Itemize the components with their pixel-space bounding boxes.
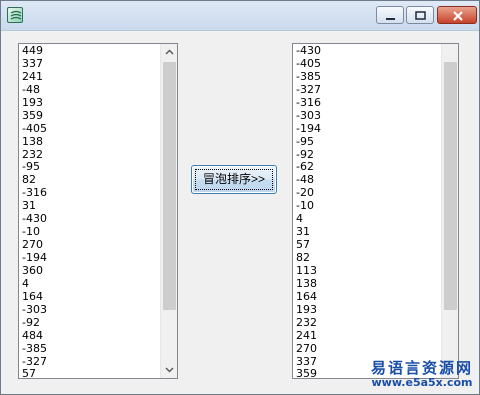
list-item[interactable]: 337 [22,57,159,71]
maximize-icon [415,11,426,20]
list-item[interactable]: 232 [22,148,159,162]
sorted-list-items: -430 -405 -385 -327 -316 -303 -194 -95 -92 -62 -48… [296,44,440,378]
list-item[interactable]: 57 [22,367,159,378]
bubble-sort-button[interactable]: 冒泡排序>> [191,165,277,194]
list-item[interactable]: 449 [22,44,159,58]
list-item[interactable]: 4 [296,212,440,226]
list-item[interactable]: -405 [296,57,440,71]
app-window: 449 337 241 -48 193 359 -405 138 232 -95 82 -316 31-… [0,0,480,395]
list-item[interactable]: -405 [22,122,159,136]
list-item[interactable]: -327 [296,83,440,97]
close-button[interactable] [437,6,477,24]
list-item[interactable]: -92 [296,148,440,162]
list-item[interactable]: -62 [296,160,440,174]
list-item[interactable]: 232 [296,316,440,330]
unsorted-list[interactable]: 449 337 241 -48 193 359 -405 138 232 -95 82 -316 31-… [18,43,178,379]
list-item[interactable]: 164 [22,290,159,304]
list-item[interactable]: -385 [296,70,440,84]
list-item[interactable]: -194 [296,122,440,136]
app-icon[interactable] [7,7,23,23]
chevron-up-icon [165,49,174,55]
list-item[interactable]: 241 [296,329,440,343]
list-item[interactable]: -385 [22,342,159,356]
list-item[interactable]: -327 [22,355,159,369]
scroll-down-button[interactable] [161,361,177,378]
title-bar[interactable] [1,1,479,31]
list-item[interactable]: 57 [296,238,440,252]
scroll-thumb[interactable] [444,62,457,310]
list-item[interactable]: 241 [22,70,159,84]
list-item[interactable]: 113 [296,264,440,278]
list-item[interactable]: 138 [296,277,440,291]
list-item[interactable]: 484 [22,329,159,343]
unsorted-list-items: 449 337 241 -48 193 359 -405 138 232 -95 82 -316 31-… [22,44,159,378]
list-item[interactable]: -48 [22,83,159,97]
list-item[interactable]: 164 [296,290,440,304]
maximize-button[interactable] [406,6,434,24]
list-item[interactable]: -95 [22,160,159,174]
sorted-list[interactable]: -430 -405 -385 -327 -316 -303 -194 -95 -92 -62 -48… [292,43,459,379]
list-item[interactable]: 4 [22,277,159,291]
minimize-icon [386,18,395,20]
bubble-sort-button-label: 冒泡排序>> [202,172,266,186]
list-item[interactable]: -430 [296,44,440,58]
list-item[interactable]: 359 [22,109,159,123]
list-item[interactable]: 138 [22,135,159,149]
watermark-url: www.e5a5x.com [371,376,473,389]
scroll-thumb[interactable] [163,62,176,310]
watermark-name: 易语言资源网 [370,359,473,377]
list-item[interactable]: -316 [22,186,159,200]
list-item[interactable]: -194 [22,251,159,265]
list-item[interactable]: -92 [22,316,159,330]
close-icon [453,11,463,21]
minimize-button[interactable] [376,6,404,24]
list-item[interactable]: -95 [296,135,440,149]
list-item[interactable]: -303 [296,109,440,123]
unsorted-list-scrollbar[interactable] [160,44,177,378]
list-item[interactable]: -20 [296,186,440,200]
scroll-up-button[interactable] [442,44,458,61]
chevron-down-icon [165,367,174,373]
list-item[interactable]: -316 [296,96,440,110]
watermark: 易语言资源网 www.e5a5x.com [363,357,480,393]
list-item[interactable]: 31 [296,225,440,239]
list-item[interactable]: -303 [22,303,159,317]
list-item[interactable]: 193 [296,303,440,317]
list-item[interactable]: 82 [296,251,440,265]
list-item[interactable]: 193 [22,96,159,110]
list-item[interactable]: -10 [296,199,440,213]
scroll-up-button[interactable] [161,44,177,61]
list-item[interactable]: -430 [22,212,159,226]
list-item[interactable]: 270 [296,342,440,356]
sorted-list-scrollbar[interactable] [441,44,458,378]
list-item[interactable]: -48 [296,173,440,187]
list-item[interactable]: 360 [22,264,159,278]
